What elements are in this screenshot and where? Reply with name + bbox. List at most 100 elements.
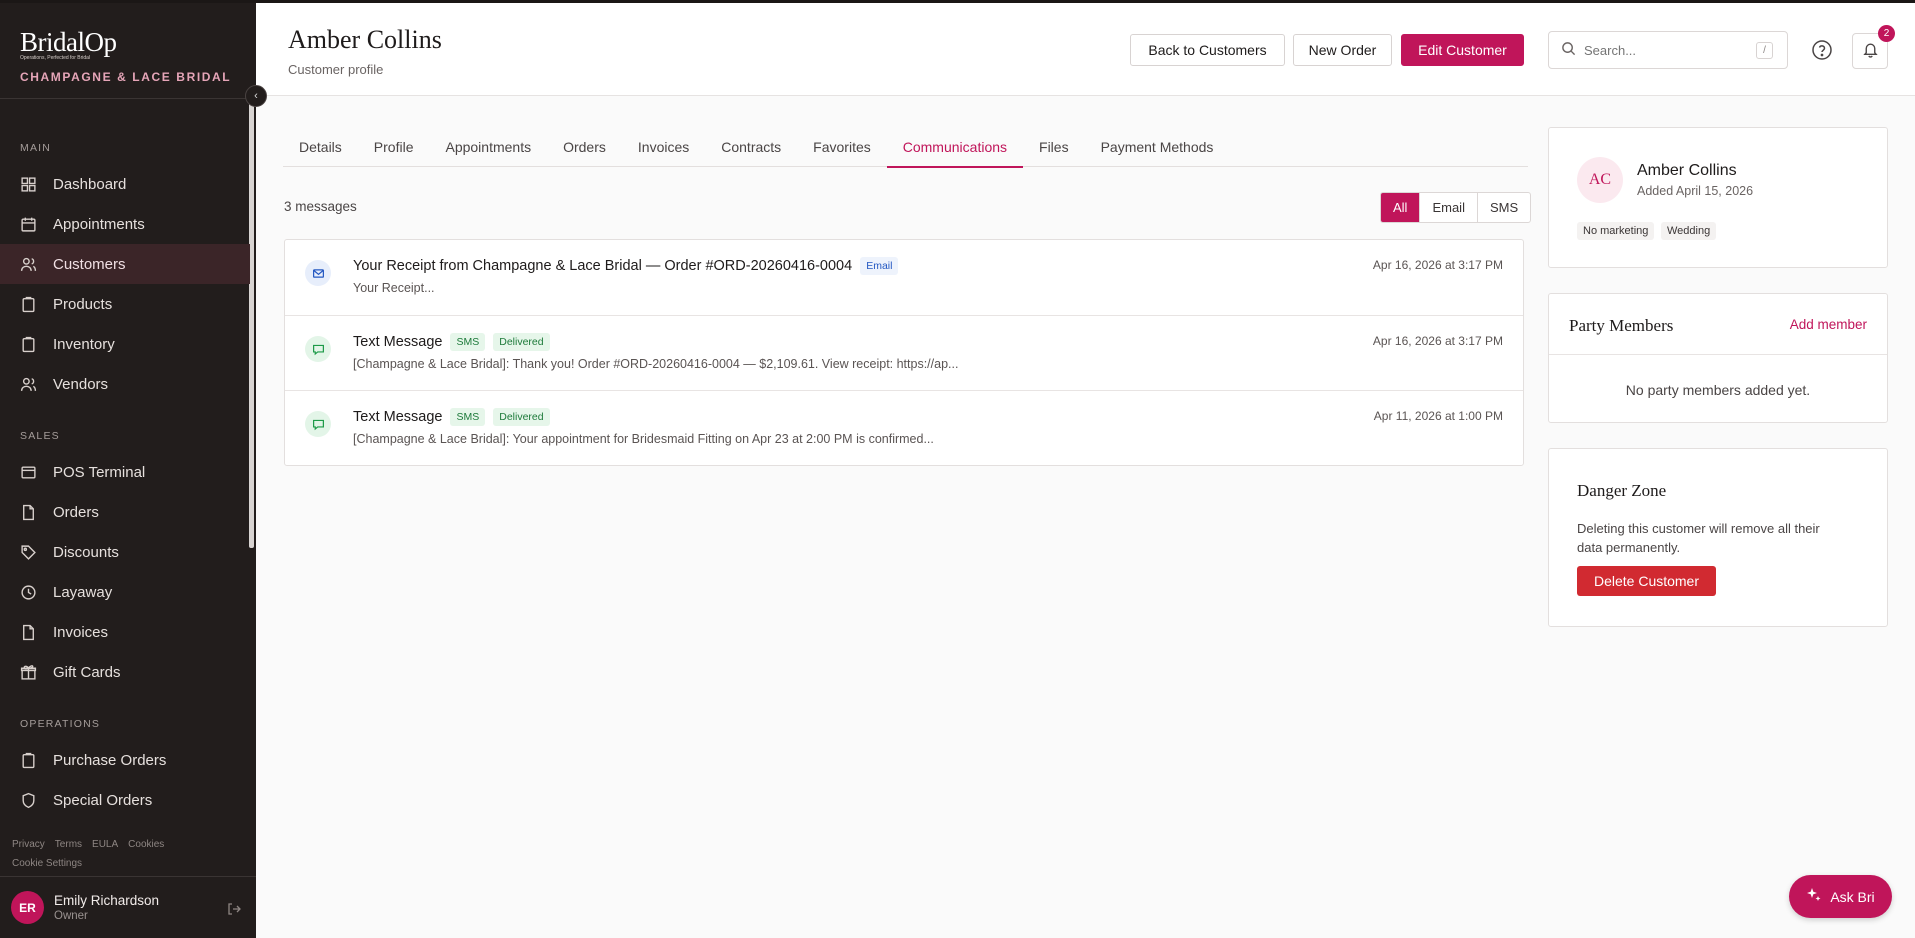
shield-icon [20, 792, 37, 809]
tag-icon [20, 544, 37, 561]
danger-zone-title: Danger Zone [1577, 481, 1667, 500]
sidebar-item-gift-cards[interactable]: Gift Cards [0, 652, 250, 692]
tab-files[interactable]: Files [1023, 127, 1085, 167]
tab-appointments[interactable]: Appointments [429, 127, 547, 167]
edit-customer-button[interactable]: Edit Customer [1401, 34, 1524, 66]
danger-zone-text: Deleting this customer will remove all t… [1577, 521, 1820, 555]
sidebar-item-pos-terminal[interactable]: POS Terminal [0, 452, 250, 492]
party-members-empty-state: No party members added yet. [1625, 382, 1811, 398]
user-name: Emily Richardson [54, 893, 160, 908]
tab-invoices[interactable]: Invoices [622, 127, 705, 167]
sidebar-item-layaway[interactable]: Layaway [0, 572, 250, 612]
add-member-link[interactable]: Add member [1790, 317, 1867, 332]
sidebar-item-label: Invoices [53, 623, 109, 641]
sidebar-item-label: Gift Cards [53, 663, 121, 681]
sidebar-item-products[interactable]: Products [0, 284, 250, 324]
sidebar-item-inventory[interactable]: Inventory [0, 324, 250, 364]
user-profile[interactable]: ER Emily Richardson Owner [0, 876, 256, 938]
logout-icon[interactable] [226, 901, 242, 917]
tab-orders[interactable]: Orders [547, 127, 622, 167]
users-icon [20, 256, 37, 273]
message-title: Text Message [353, 409, 443, 425]
message-date: Apr 16, 2026 at 3:17 PM [1372, 258, 1503, 272]
footer-link-cookie-settings[interactable]: Cookie Settings [12, 858, 82, 869]
collapse-sidebar-button[interactable]: ‹ [245, 85, 267, 107]
badge-sms: SMS [450, 408, 486, 426]
users-icon [20, 376, 37, 393]
clipboard-icon [20, 752, 37, 769]
nav-section-main: MAIN [20, 142, 52, 154]
bell-icon [1862, 41, 1879, 61]
footer-link-cookies[interactable]: Cookies [128, 839, 164, 850]
back-to-customers-button[interactable]: Back to Customers [1130, 34, 1285, 66]
footer-link-eula[interactable]: EULA [92, 839, 118, 850]
tab-favorites[interactable]: Favorites [797, 127, 887, 167]
nav-section-operations: OPERATIONS [20, 718, 101, 730]
page-header: Amber Collins Customer profile Back to C… [256, 3, 1915, 96]
brand-logo[interactable]: BridalOp [20, 29, 236, 56]
sidebar-item-dashboard[interactable]: Dashboard [0, 164, 250, 204]
sidebar-item-orders[interactable]: Orders [0, 492, 250, 532]
tag-wedding: Wedding [1661, 222, 1717, 240]
message-preview: Your Receipt... [353, 281, 435, 295]
notification-badge: 2 [1878, 25, 1895, 42]
sidebar-item-customers[interactable]: Customers [0, 244, 250, 284]
clock-icon [20, 584, 37, 601]
sidebar-item-label: Discounts [53, 543, 119, 561]
message-filter: All Email SMS [1380, 192, 1532, 223]
sidebar-item-special-orders[interactable]: Special Orders [0, 780, 250, 820]
nav-section-sales: SALES [20, 430, 60, 442]
sidebar-item-contracts[interactable]: Contracts [0, 820, 250, 825]
list-item[interactable]: Your Receipt from Champagne & Lace Brida… [285, 240, 1523, 315]
dashboard-icon [20, 176, 37, 193]
sidebar-item-label: POS Terminal [53, 463, 146, 481]
document-icon [20, 504, 37, 521]
customer-summary-card: AC Amber Collins Added April 15, 2026 No… [1548, 127, 1888, 268]
message-date: Apr 16, 2026 at 3:17 PM [1372, 334, 1503, 348]
sidebar-item-invoices[interactable]: Invoices [0, 612, 250, 652]
help-icon[interactable] [1809, 37, 1835, 63]
sidebar-nav: MAIN Dashboard Appointments Customers Produc… [0, 100, 250, 825]
badge-delivered: Delivered [493, 333, 550, 351]
sidebar-item-label: Customers [53, 255, 126, 273]
tab-payment-methods[interactable]: Payment Methods [1085, 127, 1230, 167]
tab-details[interactable]: Details [283, 127, 358, 167]
badge-delivered: Delivered [493, 408, 550, 426]
search-box[interactable]: / [1548, 31, 1788, 69]
search-shortcut-hint: / [1756, 42, 1773, 59]
footer-link-terms[interactable]: Terms [55, 839, 82, 850]
message-preview: [Champagne & Lace Bridal]: Thank you! Or… [353, 357, 959, 371]
sidebar-item-discounts[interactable]: Discounts [0, 532, 250, 572]
ask-bri-button[interactable]: Ask Bri [1789, 875, 1892, 918]
pos-icon [20, 464, 37, 481]
new-order-button[interactable]: New Order [1293, 34, 1392, 66]
badge-sms: SMS [450, 333, 486, 351]
message-title-row: Your Receipt from Champagne & Lace Brida… [353, 257, 899, 275]
brand-tagline: Operations, Perfected for Bridal [20, 55, 91, 61]
tab-contracts[interactable]: Contracts [705, 127, 797, 167]
filter-sms[interactable]: SMS [1476, 193, 1530, 222]
tab-communications[interactable]: Communications [886, 127, 1024, 168]
list-item[interactable]: Text Message SMS Delivered [Champagne & Lac… [285, 390, 1523, 465]
search-input[interactable] [1584, 42, 1744, 58]
list-item[interactable]: Text Message SMS Delivered [Champagne & Lac… [285, 315, 1523, 390]
filter-email[interactable]: Email [1419, 193, 1477, 222]
notifications-button[interactable]: 2 [1852, 25, 1895, 69]
sidebar-item-purchase-orders[interactable]: Purchase Orders [0, 740, 250, 780]
sidebar-item-appointments[interactable]: Appointments [0, 204, 250, 244]
sidebar-item-vendors[interactable]: Vendors [0, 364, 250, 404]
sidebar-item-label: Inventory [53, 335, 115, 353]
avatar[interactable]: ER [11, 891, 44, 924]
tab-profile[interactable]: Profile [358, 127, 430, 167]
delete-customer-button[interactable]: Delete Customer [1577, 566, 1716, 596]
footer-link-privacy[interactable]: Privacy [12, 839, 45, 850]
customer-name: Amber Collins [1637, 162, 1737, 179]
customer-added-date: Added April 15, 2026 [1637, 184, 1754, 198]
sidebar-item-label: Dashboard [53, 175, 127, 193]
sidebar-item-label: Purchase Orders [53, 751, 167, 769]
party-members-title: Party Members [1569, 316, 1674, 335]
mail-icon [305, 260, 331, 286]
filter-all[interactable]: All [1381, 193, 1420, 222]
user-role: Owner [54, 910, 88, 922]
sidebar: BridalOp Operations, Perfected for Brida… [0, 3, 256, 938]
